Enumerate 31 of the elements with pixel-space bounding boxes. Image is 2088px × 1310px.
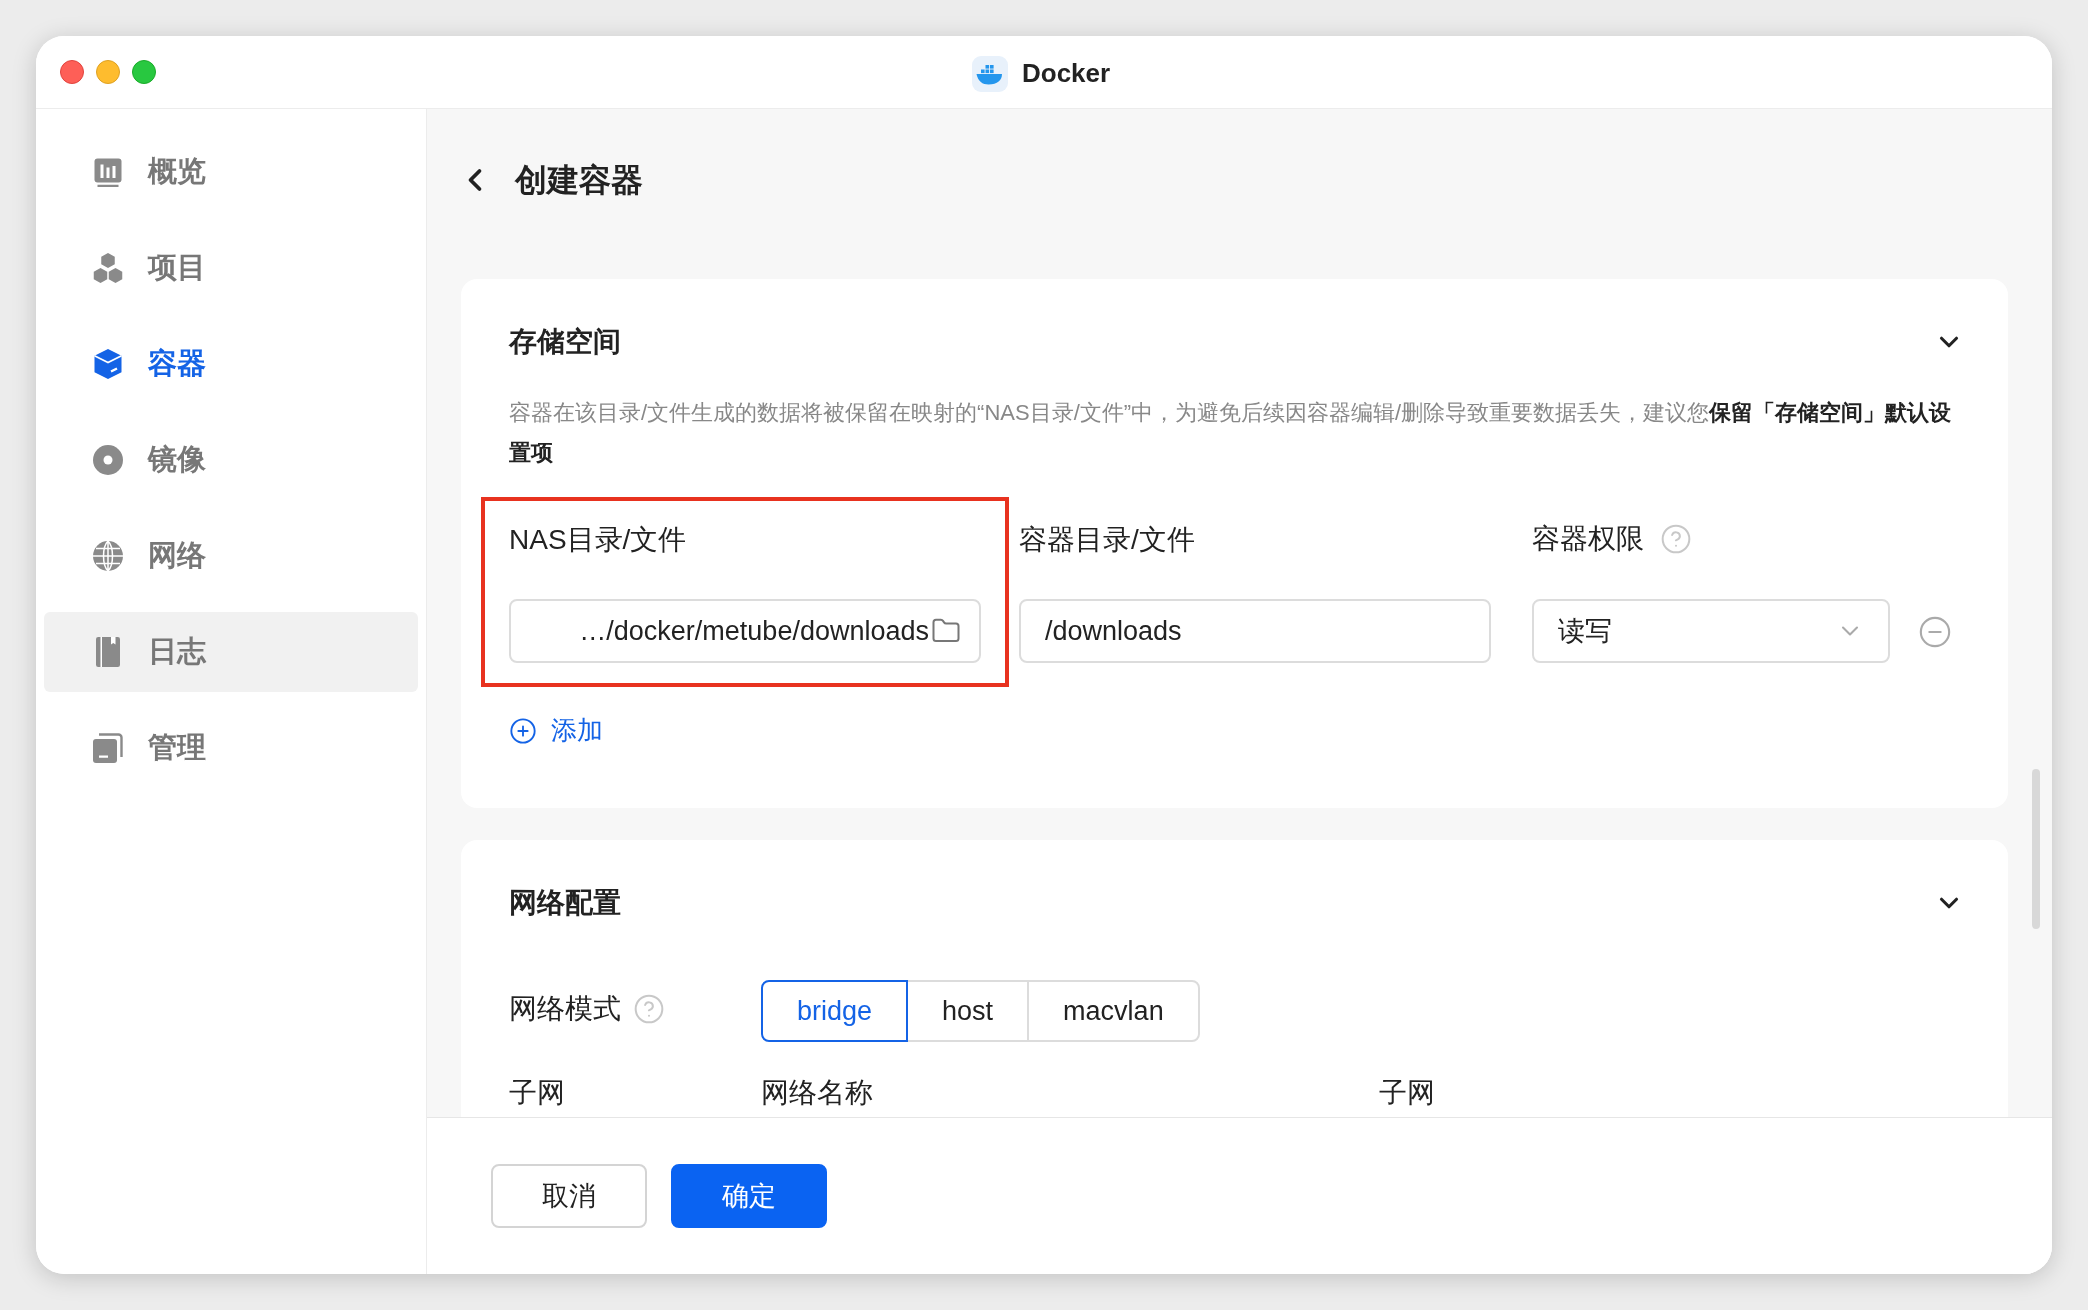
stacked-squares-icon bbox=[90, 730, 126, 766]
nas-path-field[interactable]: …/docker/metube/downloads bbox=[509, 599, 981, 663]
column-label: 网络名称 bbox=[761, 1076, 874, 1110]
globe-icon bbox=[90, 538, 126, 574]
cancel-button[interactable]: 取消 bbox=[491, 1164, 647, 1228]
confirm-button[interactable]: 确定 bbox=[671, 1164, 827, 1228]
container-path-field[interactable]: /downloads bbox=[1019, 599, 1491, 663]
mode-option[interactable]: macvlan bbox=[1027, 980, 1200, 1042]
window-title: Docker bbox=[1022, 57, 1111, 90]
maximize-window-button[interactable] bbox=[132, 60, 156, 84]
remove-icon[interactable] bbox=[1918, 615, 1952, 649]
add-button[interactable]: 添加 bbox=[509, 711, 603, 750]
field-label: 网络模式 bbox=[509, 992, 621, 1026]
column-label: NAS目录/文件 bbox=[509, 523, 688, 557]
permission-select[interactable]: 读写 bbox=[1532, 599, 1890, 663]
page-title: 创建容器 bbox=[515, 161, 643, 200]
add-icon bbox=[509, 716, 537, 745]
close-window-button[interactable] bbox=[60, 60, 84, 84]
column-label: 子网 bbox=[1379, 1076, 1435, 1110]
section-title: 网络配置 bbox=[509, 886, 621, 920]
disc-icon bbox=[90, 442, 126, 478]
mode-option[interactable]: bridge bbox=[761, 980, 909, 1042]
whale-logo-icon bbox=[972, 55, 1008, 92]
sidebar-item[interactable]: 日志 bbox=[44, 612, 418, 692]
column-label: 容器权限 bbox=[1532, 522, 1644, 556]
storage-description: 容器在该目录/文件生成的数据将被保留在映射的“NAS目录/文件”中，为避免后续因容器编辑/删除导致重要数据丢失，建议您保留「存储空间」默认设置项 bbox=[509, 399, 1953, 467]
column-label: 子网 bbox=[509, 1076, 566, 1110]
section-title: 存储空间 bbox=[509, 325, 621, 359]
column-label: 容器目录/文件 bbox=[1019, 523, 1196, 557]
minimize-window-button[interactable] bbox=[96, 60, 120, 84]
mode-option[interactable]: host bbox=[906, 980, 1030, 1042]
